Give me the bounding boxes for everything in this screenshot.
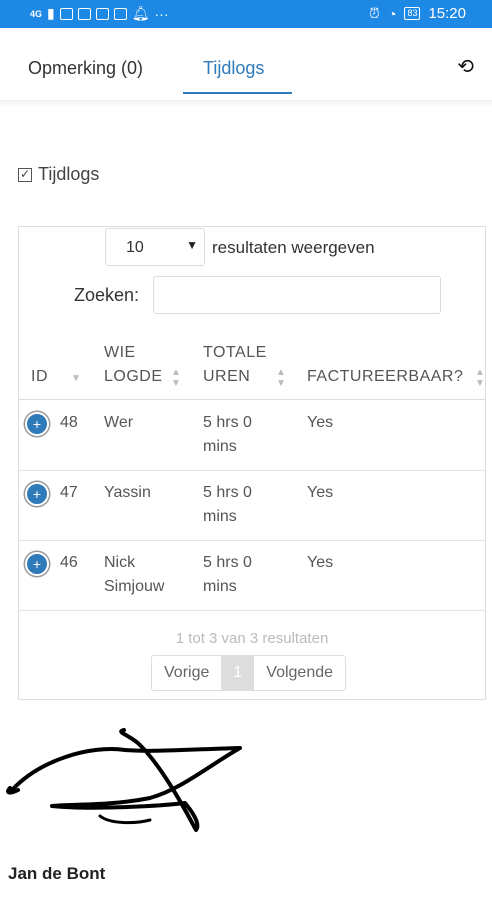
- table-row: + 47 Yassin 5 hrs 0 mins Yes: [19, 470, 485, 541]
- page-length-label: resultaten weergeven: [212, 238, 375, 257]
- clock: 15:20: [428, 5, 466, 22]
- page-1-button[interactable]: 1: [221, 656, 254, 690]
- cell-id: 48: [60, 414, 78, 431]
- expand-row-icon[interactable]: +: [25, 412, 49, 436]
- signal-icon: ▮: [47, 5, 55, 21]
- cell-id: 46: [60, 554, 78, 571]
- col-header-total[interactable]: TOTALE UREN: [203, 341, 267, 389]
- cell-total: 5 hrs 0 mins: [203, 481, 252, 529]
- cell-billable: Yes: [307, 554, 334, 571]
- notification-icon: [59, 7, 73, 20]
- col-header-who-line1: WIE: [104, 344, 136, 361]
- tab-opmerking[interactable]: Opmerking (0): [28, 58, 143, 79]
- cell-total-line2: mins: [203, 578, 237, 595]
- sort-icon: ▲ ▼: [276, 367, 286, 389]
- cell-who-line1: Nick: [104, 554, 136, 571]
- cell-who-line1: Wer: [104, 414, 134, 431]
- search-input[interactable]: [153, 276, 441, 314]
- pagination: Vorige 1 Volgende: [151, 655, 347, 691]
- cell-who: Yassin: [104, 481, 151, 505]
- expand-row-icon[interactable]: +: [25, 552, 49, 576]
- sort-icon: ▲ ▼: [475, 367, 485, 389]
- cell-who-line2: Simjouw: [104, 578, 165, 595]
- status-right: ⏰︎ ◔ 83 15:20: [369, 5, 466, 22]
- more-icon: ···: [154, 5, 169, 22]
- col-header-id[interactable]: ID: [31, 365, 48, 389]
- cell-total: 5 hrs 0 mins: [203, 411, 252, 459]
- prev-page-button[interactable]: Vorige: [152, 656, 221, 690]
- expand-row-icon[interactable]: +: [25, 482, 49, 506]
- sort-desc-icon: ▼: [71, 373, 81, 384]
- active-tab-indicator: [183, 92, 292, 94]
- sort-icon: ▲ ▼: [171, 367, 181, 389]
- bell-icon: 🔔︎: [131, 5, 150, 21]
- tab-bar-shadow: [0, 100, 492, 108]
- col-header-who[interactable]: WIE LOGDE: [104, 341, 163, 389]
- chevron-down-icon: ▼: [186, 238, 198, 252]
- checkbox-icon: ✓: [18, 166, 32, 182]
- mail-icon: [113, 7, 127, 20]
- next-page-button[interactable]: Volgende: [253, 656, 345, 690]
- col-header-total-line2: UREN: [203, 368, 251, 385]
- section-title-text: Tijdlogs: [38, 164, 100, 184]
- page-length-value: 10: [126, 239, 144, 256]
- signer-name: Jan de Bont: [8, 864, 106, 883]
- cell-billable: Yes: [307, 484, 334, 501]
- table-row: + 46 Nick Simjouw 5 hrs 0 mins Yes: [19, 540, 485, 611]
- col-header-who-line2: LOGDE: [104, 368, 163, 385]
- cell-total-line1: 5 hrs 0: [203, 414, 252, 431]
- search-label: Zoeken:: [74, 285, 140, 305]
- mail-icon: [77, 7, 91, 20]
- tab-tijdlogs[interactable]: Tijdlogs: [203, 58, 264, 79]
- cell-total-line1: 5 hrs 0: [203, 484, 252, 501]
- cell-who-line1: Yassin: [104, 484, 151, 501]
- col-header-id-label: ID: [31, 368, 48, 385]
- status-left: 4G ▮ 🔔︎ ···: [30, 5, 169, 22]
- cell-total: 5 hrs 0 mins: [203, 551, 252, 599]
- signal-text: 4G: [30, 8, 43, 19]
- mail-icon: [95, 7, 109, 20]
- col-header-total-line1: TOTALE: [203, 344, 267, 361]
- page-length-select[interactable]: 10 ▼: [105, 228, 205, 266]
- cell-who: Wer: [104, 411, 133, 435]
- battery-icon: 83: [404, 7, 421, 20]
- col-header-billable-label: FACTUREERBAAR?: [307, 368, 464, 385]
- cell-who: Nick Simjouw: [104, 551, 164, 599]
- speed-icon: ◔: [387, 5, 397, 22]
- col-header-billable[interactable]: FACTUREERBAAR?: [307, 365, 463, 389]
- cell-total-line2: mins: [203, 438, 237, 455]
- cell-total-line1: 5 hrs 0: [203, 554, 252, 571]
- alarm-icon: ⏰︎: [369, 5, 380, 21]
- status-bar: 4G ▮ 🔔︎ ··· ⏰︎ ◔ 83 15:20: [0, 0, 492, 28]
- table-info: 1 tot 3 van 3 resultaten: [175, 630, 329, 647]
- signature-image: [6, 728, 242, 832]
- cell-billable: Yes: [307, 414, 334, 431]
- tijdlogs-table-panel: 10 ▼ resultaten weergeven Zoeken: ID ▼ W…: [18, 226, 486, 700]
- refresh-icon[interactable]: ⟲: [457, 54, 474, 79]
- cell-id: 47: [60, 484, 78, 501]
- tab-bar: Opmerking (0) Tijdlogs ⟲: [0, 28, 492, 100]
- cell-total-line2: mins: [203, 508, 237, 525]
- section-title: ✓ Tijdlogs: [18, 164, 99, 185]
- table-row: + 48 Wer 5 hrs 0 mins Yes: [19, 400, 485, 471]
